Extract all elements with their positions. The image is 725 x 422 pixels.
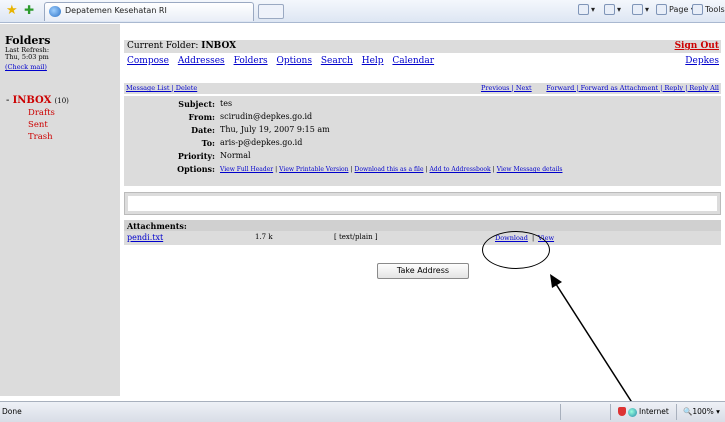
to-row: To: aris-p@depkes.go.id bbox=[124, 138, 721, 149]
annotation-oval bbox=[482, 231, 550, 269]
date-row: Date: Thu, July 19, 2007 9:15 am bbox=[124, 125, 721, 136]
favorites-star-icon[interactable]: ★ bbox=[6, 3, 18, 18]
zone-label: Internet bbox=[639, 407, 669, 416]
message-details-link[interactable]: View Message details bbox=[497, 166, 563, 173]
print-button[interactable]: ▾ bbox=[632, 4, 649, 15]
options-links: View Full Header | View Printable Version |… bbox=[220, 164, 562, 173]
nav-help[interactable]: Help bbox=[362, 56, 384, 66]
separator: | bbox=[350, 166, 353, 173]
date-value: Thu, July 19, 2007 9:15 am bbox=[220, 125, 330, 134]
folder-trash[interactable]: Trash bbox=[28, 132, 53, 142]
folder-sent[interactable]: Sent bbox=[28, 120, 48, 130]
zoom-label: 100% bbox=[692, 407, 714, 416]
last-refresh-value: Thu, 5:03 pm bbox=[5, 53, 49, 61]
attachment-name-link[interactable]: pendi.txt bbox=[127, 233, 163, 242]
org-link[interactable]: Depkes bbox=[685, 56, 719, 66]
priority-label: Priority: bbox=[177, 151, 215, 161]
home-icon bbox=[578, 4, 589, 15]
current-folder-label: Current Folder: bbox=[127, 41, 199, 51]
priority-row: Priority: Normal bbox=[124, 151, 721, 162]
feeds-button[interactable]: ▾ bbox=[604, 4, 621, 15]
tab-favicon-icon bbox=[49, 6, 61, 17]
protected-mode-icon bbox=[618, 407, 626, 416]
add-addressbook-link[interactable]: Add to Addressbook bbox=[430, 166, 491, 173]
collapse-icon[interactable]: - bbox=[6, 95, 9, 106]
status-text: Done bbox=[2, 407, 22, 416]
globe-icon bbox=[628, 407, 637, 417]
folder-drafts[interactable]: Drafts bbox=[28, 108, 55, 118]
from-label: From: bbox=[188, 112, 215, 122]
browser-toolbar: ★ ✚ Depatemen Kesehatan RI ▾ ▾ ▾ Page ▾ … bbox=[0, 0, 725, 23]
from-value: scirudin@depkes.go.id bbox=[220, 112, 313, 121]
security-zone: Internet bbox=[628, 407, 669, 417]
page-menu[interactable]: Page ▾ bbox=[656, 4, 695, 15]
current-folder-bar: Current Folder: INBOX Sign Out bbox=[124, 40, 721, 53]
print-icon bbox=[632, 4, 643, 15]
view-full-header-link[interactable]: View Full Header bbox=[220, 166, 273, 173]
message-body bbox=[124, 192, 721, 215]
browser-tab[interactable]: Depatemen Kesehatan RI bbox=[44, 2, 254, 21]
to-value: aris-p@depkes.go.id bbox=[220, 138, 303, 147]
message-headers: Subject: tes From: scirudin@depkes.go.id… bbox=[124, 96, 721, 186]
folder-inbox[interactable]: - INBOX (10) bbox=[6, 95, 69, 106]
subject-value: tes bbox=[220, 99, 233, 108]
nav-search[interactable]: Search bbox=[321, 56, 353, 66]
home-button[interactable]: ▾ bbox=[578, 4, 595, 15]
priority-value: Normal bbox=[220, 151, 251, 160]
nav-options[interactable]: Options bbox=[277, 56, 312, 66]
tab-title: Depatemen Kesehatan RI bbox=[65, 6, 167, 15]
status-bar: Done Internet 🔍100% ▾ bbox=[0, 401, 725, 422]
status-divider bbox=[676, 404, 677, 420]
main-nav: Compose Addresses Folders Options Search… bbox=[127, 56, 440, 66]
date-label: Date: bbox=[191, 125, 215, 135]
current-folder: Current Folder: INBOX bbox=[127, 41, 236, 51]
take-address-button[interactable]: Take Address bbox=[377, 263, 469, 279]
options-row: Options: View Full Header | View Printable… bbox=[124, 164, 721, 175]
options-label: Options: bbox=[177, 164, 215, 174]
subject-label: Subject: bbox=[178, 99, 215, 109]
page-icon bbox=[656, 4, 667, 15]
status-divider bbox=[610, 404, 611, 420]
separator: | bbox=[425, 166, 428, 173]
tools-icon bbox=[692, 4, 703, 15]
attachments-title: Attachments: bbox=[124, 220, 721, 231]
tools-menu-label: Tools bbox=[705, 5, 725, 14]
nav-addresses[interactable]: Addresses bbox=[178, 56, 225, 66]
view-printable-link[interactable]: View Printable Version bbox=[279, 166, 348, 173]
new-tab-button[interactable] bbox=[258, 4, 284, 19]
previous-next-links[interactable]: Previous | Next bbox=[481, 84, 532, 92]
attachment-size: 1.7 k bbox=[255, 233, 273, 241]
folder-pane: Folders Last Refresh: Thu, 5:03 pm (Chec… bbox=[0, 24, 120, 396]
page-menu-label: Page bbox=[669, 5, 689, 14]
download-file-link[interactable]: Download this as a file bbox=[355, 166, 424, 173]
current-folder-name: INBOX bbox=[201, 41, 237, 51]
separator: | bbox=[275, 166, 278, 173]
status-divider bbox=[560, 404, 561, 420]
attachment-row: pendi.txt 1.7 k [ text/plain ] Download … bbox=[124, 231, 721, 245]
tools-menu[interactable]: Tools ▾ bbox=[692, 4, 725, 15]
to-label: To: bbox=[201, 138, 215, 148]
message-list-delete-links[interactable]: Message List | Delete bbox=[126, 84, 197, 92]
from-row: From: scirudin@depkes.go.id bbox=[124, 112, 721, 123]
sign-out-link[interactable]: Sign Out bbox=[675, 41, 719, 51]
add-favorites-icon[interactable]: ✚ bbox=[24, 3, 34, 17]
nav-compose[interactable]: Compose bbox=[127, 56, 169, 66]
separator: | bbox=[492, 166, 495, 173]
check-mail-link[interactable]: (Check mail) bbox=[5, 63, 47, 71]
inbox-label: INBOX bbox=[12, 95, 52, 106]
nav-folders[interactable]: Folders bbox=[234, 56, 268, 66]
inbox-count: (10) bbox=[54, 97, 69, 105]
attachment-type: [ text/plain ] bbox=[334, 233, 378, 241]
nav-calendar[interactable]: Calendar bbox=[392, 56, 434, 66]
forward-reply-links[interactable]: Forward | Forward as Attachment | Reply … bbox=[546, 84, 719, 92]
zoom-control[interactable]: 🔍100% ▾ bbox=[683, 407, 720, 416]
message-action-bar: Message List | Delete Previous | Next Fo… bbox=[124, 83, 721, 94]
subject-row: Subject: tes bbox=[124, 99, 721, 110]
last-refresh: Last Refresh: Thu, 5:03 pm bbox=[5, 47, 49, 61]
feeds-icon bbox=[604, 4, 615, 15]
